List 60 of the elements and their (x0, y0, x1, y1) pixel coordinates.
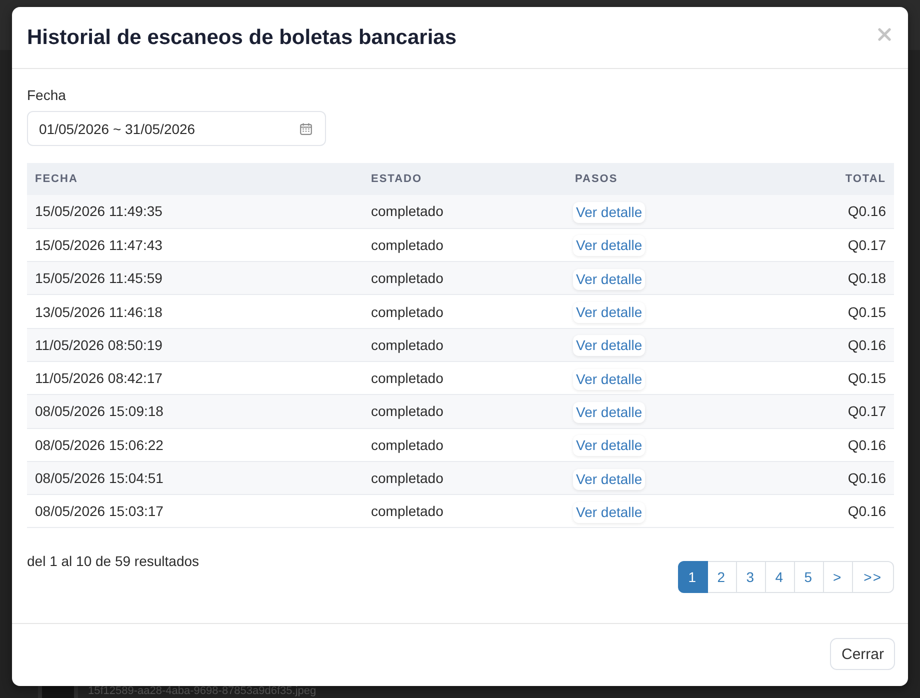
table-cell: Q0.17 (767, 394, 894, 428)
view-detail-button[interactable]: Ver detalle (573, 402, 646, 423)
date-range-field[interactable]: 01/05/2026 ~ 31/05/2026 (27, 111, 326, 146)
table-cell: 08/05/2026 15:09:18 (27, 394, 363, 428)
column-header: TOTAL (767, 163, 894, 195)
table-cell: Q0.16 (767, 494, 894, 528)
page-button[interactable]: 3 (736, 561, 766, 594)
view-detail-button[interactable]: Ver detalle (573, 202, 646, 223)
page-button[interactable]: 2 (706, 561, 737, 594)
table-cell: Q0.15 (767, 361, 894, 395)
table-cell: 08/05/2026 15:06:22 (27, 428, 363, 462)
table-cell: completado (363, 195, 567, 228)
table-cell: 11/05/2026 08:50:19 (27, 328, 363, 362)
view-detail-button[interactable]: Ver detalle (573, 335, 646, 356)
table-cell: 15/05/2026 11:47:43 (27, 228, 363, 262)
close-icon (878, 28, 891, 41)
table-cell: completado (363, 461, 567, 495)
table-cell: Q0.16 (767, 428, 894, 462)
table-cell: completado (363, 428, 567, 462)
date-label: Fecha (27, 87, 66, 104)
view-detail-button[interactable]: Ver detalle (573, 302, 646, 324)
page-button[interactable]: > (822, 561, 853, 594)
table-cell: 15/05/2026 11:45:59 (27, 262, 363, 295)
close-button[interactable]: Cerrar (830, 638, 895, 670)
table-cell: Q0.15 (767, 294, 894, 328)
view-detail-button[interactable]: Ver detalle (573, 435, 646, 456)
close-button[interactable] (878, 28, 891, 41)
dialog-title: Historial de escaneos de boletas bancarias (27, 26, 457, 50)
table-cell: completado (363, 328, 567, 362)
table-cell: 13/05/2026 11:46:18 (27, 294, 363, 328)
column-header: ESTADO (363, 163, 567, 195)
table-cell: Q0.16 (767, 461, 894, 495)
column-header: FECHA (27, 163, 363, 195)
table-cell: 08/05/2026 15:03:17 (27, 494, 363, 528)
table-cell: Q0.18 (767, 262, 894, 295)
view-detail-button[interactable]: Ver detalle (573, 368, 646, 390)
table-cell: completado (363, 494, 567, 528)
table-cell: 08/05/2026 15:04:51 (27, 461, 363, 495)
table-cell: completado (363, 394, 567, 428)
table-cell: Q0.16 (767, 195, 894, 228)
file-name: 15f12589-aa28-4aba-9698-87853a9d6f35.jpeg (88, 685, 316, 698)
table-cell: 15/05/2026 11:49:35 (27, 195, 363, 228)
calendar-icon (300, 122, 312, 134)
view-detail-button[interactable]: Ver detalle (573, 468, 646, 490)
table-cell: Q0.16 (767, 328, 894, 362)
table-cell: completado (363, 262, 567, 295)
table-cell: Q0.17 (767, 228, 894, 262)
column-header: PASOS (567, 163, 767, 195)
view-detail-button[interactable]: Ver detalle (573, 235, 646, 256)
view-detail-button[interactable]: Ver detalle (573, 502, 646, 523)
page-button[interactable]: 4 (764, 561, 795, 594)
page-button[interactable]: 1 (678, 561, 708, 594)
table-cell: completado (363, 228, 567, 262)
table-cell: completado (363, 294, 567, 328)
table-cell: 11/05/2026 08:42:17 (27, 361, 363, 395)
page-button[interactable]: 5 (794, 561, 824, 594)
results-summary: del 1 al 10 de 59 resultados (27, 553, 200, 570)
view-detail-button[interactable]: Ver detalle (573, 268, 646, 290)
page-button[interactable]: >> (852, 561, 894, 594)
table-cell: completado (363, 361, 567, 395)
